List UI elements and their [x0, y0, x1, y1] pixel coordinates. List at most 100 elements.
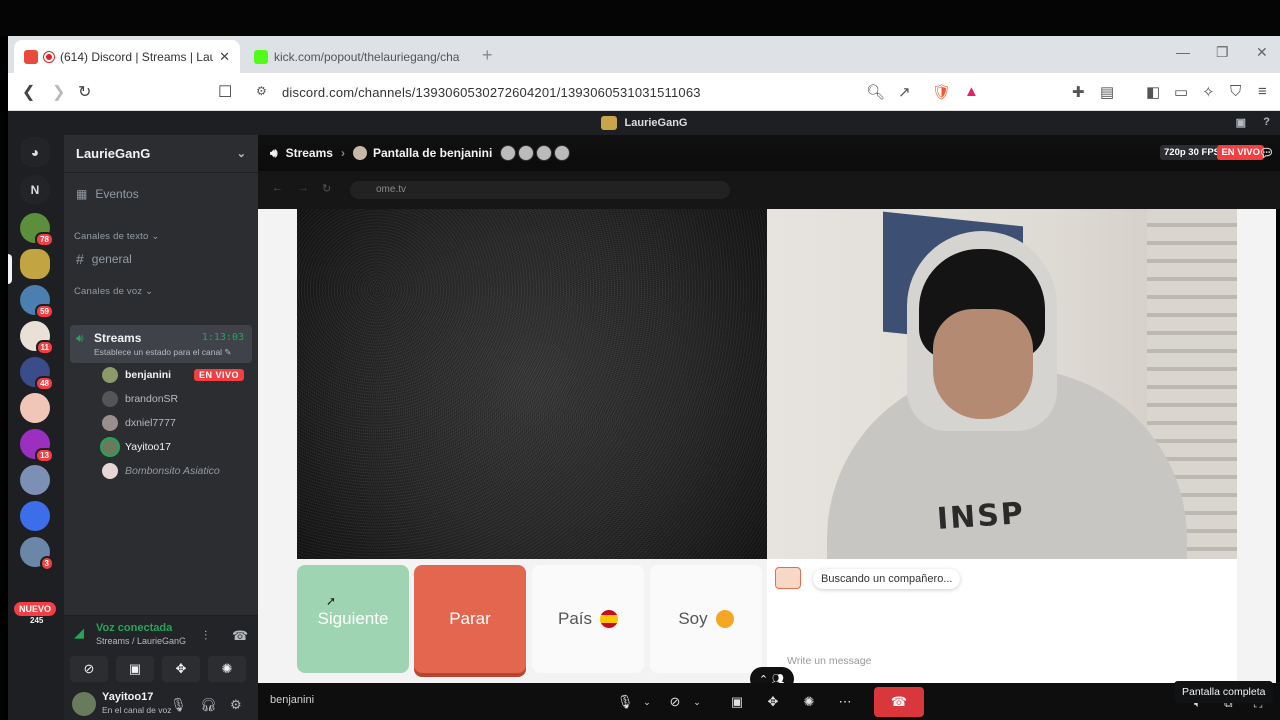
stage-header: 🔊︎ Streams › Pantalla de benjanini 720p …	[258, 135, 1280, 171]
voice-channel-streams[interactable]: 🔊︎ Streams 1:13:03 Establece un estado p…	[70, 325, 252, 363]
events-item[interactable]: ▦ Eventos	[72, 187, 250, 201]
close-tab-icon[interactable]: ✕	[219, 49, 230, 65]
more-icon[interactable]: ⋯	[832, 689, 858, 715]
discord-favicon-icon	[24, 49, 38, 64]
share-icon[interactable]: ↗	[898, 83, 911, 101]
headphones-icon[interactable]: 🎧︎	[200, 697, 217, 713]
vpn-icon[interactable]: ⛉	[1230, 83, 1241, 100]
menu-icon[interactable]: ≡	[1258, 83, 1267, 100]
chevron-down-icon: ⌄	[236, 148, 246, 160]
voice-location[interactable]: Streams / LaurieGanG	[96, 636, 186, 646]
unread-count: 245	[30, 616, 44, 625]
help-icon[interactable]: ?	[1263, 116, 1270, 128]
speaker-icon: 🔊︎	[76, 331, 84, 345]
server-icon[interactable]	[20, 501, 50, 531]
noise-suppression-icon[interactable]: ⫶	[204, 628, 207, 644]
stop-button[interactable]: Parar	[414, 565, 526, 673]
server-n-icon[interactable]: N	[20, 175, 50, 205]
avatar[interactable]	[72, 692, 96, 716]
country-button[interactable]: País	[532, 565, 644, 673]
mouse-cursor-icon: ➚	[326, 594, 337, 608]
ometv-logo-icon	[775, 567, 801, 589]
sidebar-icon[interactable]: ◧	[1146, 83, 1160, 101]
chevron-down-icon[interactable]: ⌄	[684, 689, 710, 715]
server-icon[interactable]	[20, 465, 50, 495]
gender-button[interactable]: Soy	[650, 565, 762, 673]
brave-rewards-icon[interactable]: ▲	[964, 83, 979, 100]
camera-off-button[interactable]: ⊘	[70, 656, 108, 682]
chat-input[interactable]: Write un message	[787, 655, 871, 667]
channel-general[interactable]: # general	[72, 251, 250, 267]
chevron-down-icon[interactable]: ⌄	[634, 689, 660, 715]
share-screen-button[interactable]: ▣	[116, 656, 154, 682]
text-category[interactable]: Canales de texto ⌄	[74, 231, 160, 242]
server-name: LaurieGanG	[76, 146, 151, 161]
server-icon[interactable]: 78	[20, 213, 54, 247]
leave-call-button[interactable]: ☎	[874, 687, 924, 717]
server-icon[interactable]: 59	[20, 285, 54, 319]
voice-user-name: Yayitoo17	[125, 441, 171, 453]
back-icon[interactable]: ❮	[22, 82, 35, 102]
minimize-icon[interactable]: —	[1176, 44, 1190, 60]
voice-user-yayitoo17[interactable]: Yayitoo17	[102, 439, 171, 455]
mention-badge: 59	[35, 304, 54, 319]
server-rail: ◕ N 78 59 11 48 13 3 NUEVO 245	[8, 135, 64, 720]
fullscreen-tooltip: Pantalla completa	[1174, 681, 1274, 703]
back-icon: ←	[272, 182, 283, 194]
extensions-icon[interactable]: ✚	[1072, 83, 1085, 101]
close-window-icon[interactable]: ✕	[1256, 44, 1268, 61]
server-header[interactable]: LaurieGanG ⌄	[64, 135, 258, 173]
gear-icon[interactable]: ⚙	[230, 697, 242, 713]
tab-kick[interactable]: kick.com/popout/thelauriegang/chat	[244, 40, 470, 73]
server-icon[interactable]: 48	[20, 357, 54, 391]
username: Yayitoo17	[102, 691, 154, 703]
voice-user-name: brandonSR	[125, 393, 179, 405]
mention-badge: 48	[35, 376, 54, 391]
brave-shield-icon[interactable]: 🛡︎	[932, 83, 951, 101]
signal-icon[interactable]: ◢	[74, 625, 84, 641]
maximize-icon[interactable]: ❐	[1216, 44, 1229, 61]
voice-user-name: Bombonsito Asiatico	[125, 465, 220, 477]
forward-icon[interactable]: ❯	[52, 82, 65, 102]
voice-user-bombonsito[interactable]: Bombonsito Asiatico	[102, 463, 220, 479]
reload-icon[interactable]: ↻	[78, 82, 91, 102]
chat-bubble-icon[interactable]: 💬︎	[1259, 146, 1274, 160]
activities-icon[interactable]: ✥	[760, 689, 786, 715]
viewer-avatar	[518, 145, 535, 161]
new-badge: NUEVO	[14, 602, 57, 616]
soundboard-button[interactable]: ✺	[208, 656, 246, 682]
voice-user-benjanini[interactable]: benjanini EN VIVO	[102, 367, 250, 383]
site-info-icon[interactable]: ⚙	[256, 84, 267, 98]
zoom-icon[interactable]: 🔍︎	[866, 83, 885, 101]
server-icon-laurieganG[interactable]	[20, 249, 50, 279]
bookmark-icon[interactable]: ☐	[218, 82, 232, 102]
inbox-icon[interactable]: ▣	[1236, 116, 1246, 129]
next-button[interactable]: Siguiente	[297, 565, 409, 673]
avatar	[102, 463, 118, 479]
server-icon[interactable]: 11	[20, 321, 54, 355]
voice-category[interactable]: Canales de voz ⌄	[74, 286, 153, 297]
channel-label: general	[91, 252, 132, 266]
voice-status[interactable]: Voz conectada	[96, 622, 172, 634]
channel-sidebar: LaurieGanG ⌄ ▦ Eventos Canales de texto …	[64, 135, 258, 720]
server-icon[interactable]	[20, 393, 50, 423]
reader-icon[interactable]: ▤	[1100, 83, 1114, 101]
channel-status-hint[interactable]: Establece un estado para el canal ✎	[94, 347, 232, 358]
share-screen-icon[interactable]: ▣	[724, 689, 750, 715]
new-tab-icon[interactable]: +	[482, 45, 493, 66]
disconnect-icon[interactable]: ☎	[232, 628, 248, 644]
leo-icon[interactable]: ✧	[1202, 83, 1215, 101]
voice-user-dxniel7777[interactable]: dxniel7777	[102, 415, 176, 431]
server-icon[interactable]: 13	[20, 429, 54, 463]
server-icon[interactable]: 3	[20, 537, 54, 571]
url-text: discord.com/channels/1393060530272604201…	[282, 84, 701, 100]
own-webcam-video: INSP	[767, 209, 1237, 559]
soundboard-icon[interactable]: ✺	[796, 689, 822, 715]
streamer-name: benjanini	[270, 694, 315, 706]
wallet-icon[interactable]: ▭	[1174, 83, 1188, 101]
tab-discord[interactable]: (614) Discord | Streams | Laurie ✕	[14, 40, 240, 73]
discord-home-icon[interactable]: ◕	[20, 137, 50, 167]
voice-user-brandonsr[interactable]: brandonSR	[102, 391, 178, 407]
activities-button[interactable]: ✥	[162, 656, 200, 682]
microphone-icon[interactable]: 🎙︎	[170, 697, 187, 713]
